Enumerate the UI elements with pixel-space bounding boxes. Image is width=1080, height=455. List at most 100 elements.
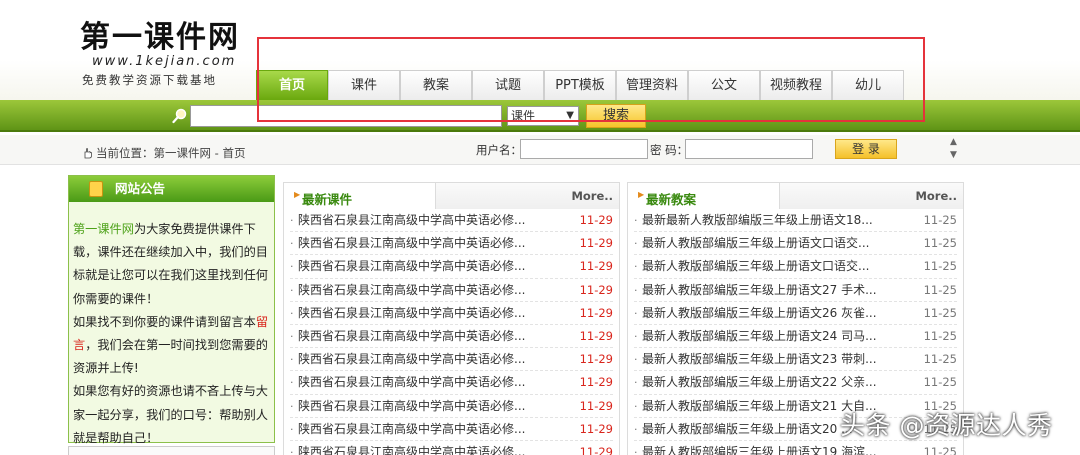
scroll-up-icon[interactable]: ▲ [950,137,957,147]
list-item[interactable]: · 陕西省石泉县江南高级中学高中英语必修... 11-29 [290,418,613,441]
chevron-down-icon: ▼ [566,110,574,121]
bullet-icon: · [290,237,294,251]
item-title[interactable]: 最新人教版部编版三年级上册语文口语交... [642,255,869,278]
site-url: www.1kejian.com [92,54,237,69]
tab-ppt-templates[interactable]: PPT模板 [544,70,616,100]
item-title[interactable]: 陕西省石泉县江南高级中学高中英语必修... [298,209,525,232]
item-title[interactable]: 陕西省石泉县江南高级中学高中英语必修... [298,371,525,394]
list-item[interactable]: · 最新人教版部编版三年级上册语文27 手术... 11-25 [634,279,957,302]
item-title[interactable]: 陕西省石泉县江南高级中学高中英语必修... [298,325,525,348]
bullet-icon: · [290,353,294,367]
tab-lesson-plans[interactable]: 教案 [400,70,472,100]
breadcrumb: 当前位置：第一课件网 - 首页 [96,146,246,160]
item-title[interactable]: 最新人教版部编版三年级上册语文27 手术... [642,279,877,302]
list-item[interactable]: · 陕西省石泉县江南高级中学高中英语必修... 11-29 [290,255,613,279]
bullet-icon: · [290,422,294,436]
list-item[interactable]: · 陕西省石泉县江南高级中学高中英语必修... 11-29 [290,348,613,372]
item-title[interactable]: 陕西省石泉县江南高级中学高中英语必修... [298,395,525,418]
tab-video-tutorials[interactable]: 视频教程 [760,70,832,100]
username-field[interactable] [520,139,648,159]
panel-title: 最新教案 [646,192,697,207]
list-item[interactable]: · 最新人教版部编版三年级上册语文口语交... 11-25 [634,232,957,256]
list-item[interactable]: · 陕西省石泉县江南高级中学高中英语必修... 11-29 [290,395,613,418]
item-date: 11-29 [579,236,613,251]
item-date: 11-29 [579,328,613,343]
more-link[interactable]: More.. [571,189,613,203]
tab-preschool[interactable]: 幼儿 [832,70,904,100]
login-button[interactable]: 登 录 [835,139,897,159]
list-item[interactable]: · 最新人教版部编版三年级上册语文26 灰雀... 11-25 [634,302,957,325]
item-date: 11-25 [923,328,957,343]
list-item[interactable]: · 最新人教版部编版三年级上册语文口语交... 11-25 [634,255,957,279]
item-title[interactable]: 陕西省石泉县江南高级中学高中英语必修... [298,255,525,278]
list-item[interactable]: · 最新人教版部编版三年级上册语文19 海滨... 11-25 [634,441,957,455]
notice-site-link[interactable]: 第一课件网 [73,222,134,236]
item-title[interactable]: 陕西省石泉县江南高级中学高中英语必修... [298,418,525,441]
triangle-icon: ▶ [638,190,645,199]
notepad-icon [89,181,103,197]
item-title[interactable]: 最新人教版部编版三年级上册语文口语交... [642,232,869,255]
hand-pointer-icon [84,148,92,159]
bullet-icon: · [634,260,638,274]
item-title[interactable]: 最新最新人教版部编版三年级上册语文18... [642,209,873,232]
item-date: 11-29 [579,259,613,274]
list-item[interactable]: · 陕西省石泉县江南高级中学高中英语必修... 11-29 [290,441,613,455]
bullet-icon: · [290,283,294,297]
tab-exams[interactable]: 试题 [472,70,544,100]
search-category-select[interactable]: 课件 ▼ [507,106,579,126]
item-title[interactable]: 最新人教版部编版三年级上册语文22 父亲... [642,371,877,394]
list-item[interactable]: · 陕西省石泉县江南高级中学高中英语必修... 11-29 [290,209,613,233]
panel-header: ▶ 最新教案 More.. [628,183,963,209]
item-title[interactable]: 陕西省石泉县江南高级中学高中英语必修... [298,279,525,302]
list-item[interactable]: · 最新最新人教版部编版三年级上册语文18... 11-25 [634,209,957,233]
watermark-text: 头条 @资源达人秀 [840,411,1053,440]
username-label: 用户名： [476,143,522,157]
item-title[interactable]: 陕西省石泉县江南高级中学高中英语必修... [298,348,525,371]
second-sidebar-panel [68,446,275,455]
item-title[interactable]: 最新人教版部编版三年级上册语文26 灰雀... [642,302,877,325]
item-title[interactable]: 陕西省石泉县江南高级中学高中英语必修... [298,441,525,455]
search-input[interactable] [190,105,502,127]
item-date: 11-25 [923,282,957,297]
scroll-down-icon[interactable]: ▼ [950,150,957,160]
list-item[interactable]: · 陕西省石泉县江南高级中学高中英语必修... 11-29 [290,325,613,349]
bullet-icon: · [290,445,294,455]
item-title[interactable]: 最新人教版部编版三年级上册语文24 司马... [642,325,877,348]
list-item[interactable]: · 陕西省石泉县江南高级中学高中英语必修... 11-29 [290,232,613,256]
latest-courseware-panel: ▶ 最新课件 More.. · 陕西省石泉县江南高级中学高中英语必修... 11-2… [283,182,620,455]
item-title[interactable]: 最新人教版部编版三年级上册语文23 带刺... [642,348,877,371]
tab-courseware[interactable]: 课件 [328,70,400,100]
more-link[interactable]: More.. [915,189,957,203]
item-date: 11-25 [923,352,957,367]
bullet-icon: · [290,214,294,227]
item-date: 11-29 [579,282,613,297]
item-date: 11-29 [579,375,613,390]
list-item[interactable]: · 陕西省石泉县江南高级中学高中英语必修... 11-29 [290,371,613,395]
tab-management[interactable]: 管理资料 [616,70,688,100]
item-date: 11-25 [923,236,957,251]
item-date: 11-29 [579,421,613,436]
list-item[interactable]: · 陕西省石泉县江南高级中学高中英语必修... 11-29 [290,279,613,302]
item-title[interactable]: 陕西省石泉县江南高级中学高中英语必修... [298,302,525,325]
item-date: 11-29 [579,352,613,367]
item-title[interactable]: 最新人教版部编版三年级上册语文19 海滨... [642,441,877,455]
bullet-icon: · [634,329,638,343]
site-notice-panel: 网站公告 第一课件网为大家免费提供课件下载，课件还在继续加入中，我们的目标就是让… [68,175,275,445]
item-title[interactable]: 最新人教版部编版三年级上册语文20 ... [642,418,853,441]
courseware-list: · 陕西省石泉县江南高级中学高中英语必修... 11-29 · 陕西省石泉县江南高级中学… [284,209,619,455]
list-item[interactable]: · 最新人教版部编版三年级上册语文23 带刺... 11-25 [634,348,957,372]
list-item[interactable]: · 最新人教版部编版三年级上册语文24 司马... 11-25 [634,325,957,349]
notice-body: 第一课件网为大家免费提供课件下载，课件还在继续加入中，我们的目标就是让您可以在我… [73,222,268,445]
item-title[interactable]: 陕西省石泉县江南高级中学高中英语必修... [298,232,525,255]
password-label: 密 码： [650,143,689,157]
list-item[interactable]: · 陕西省石泉县江南高级中学高中英语必修... 11-29 [290,302,613,325]
item-date: 11-29 [579,213,613,227]
password-field[interactable] [685,139,813,159]
list-item[interactable]: · 最新人教版部编版三年级上册语文22 父亲... 11-25 [634,371,957,395]
site-logo[interactable]: 第一课件网 [80,12,240,56]
tab-documents[interactable]: 公文 [688,70,760,100]
tab-home[interactable]: 首页 [256,70,328,100]
main-nav: 首页 课件 教案 试题 PPT模板 管理资料 公文 视频教程 幼儿 [256,70,904,100]
item-date: 11-25 [923,444,957,455]
search-button[interactable]: 搜索 [586,104,646,128]
